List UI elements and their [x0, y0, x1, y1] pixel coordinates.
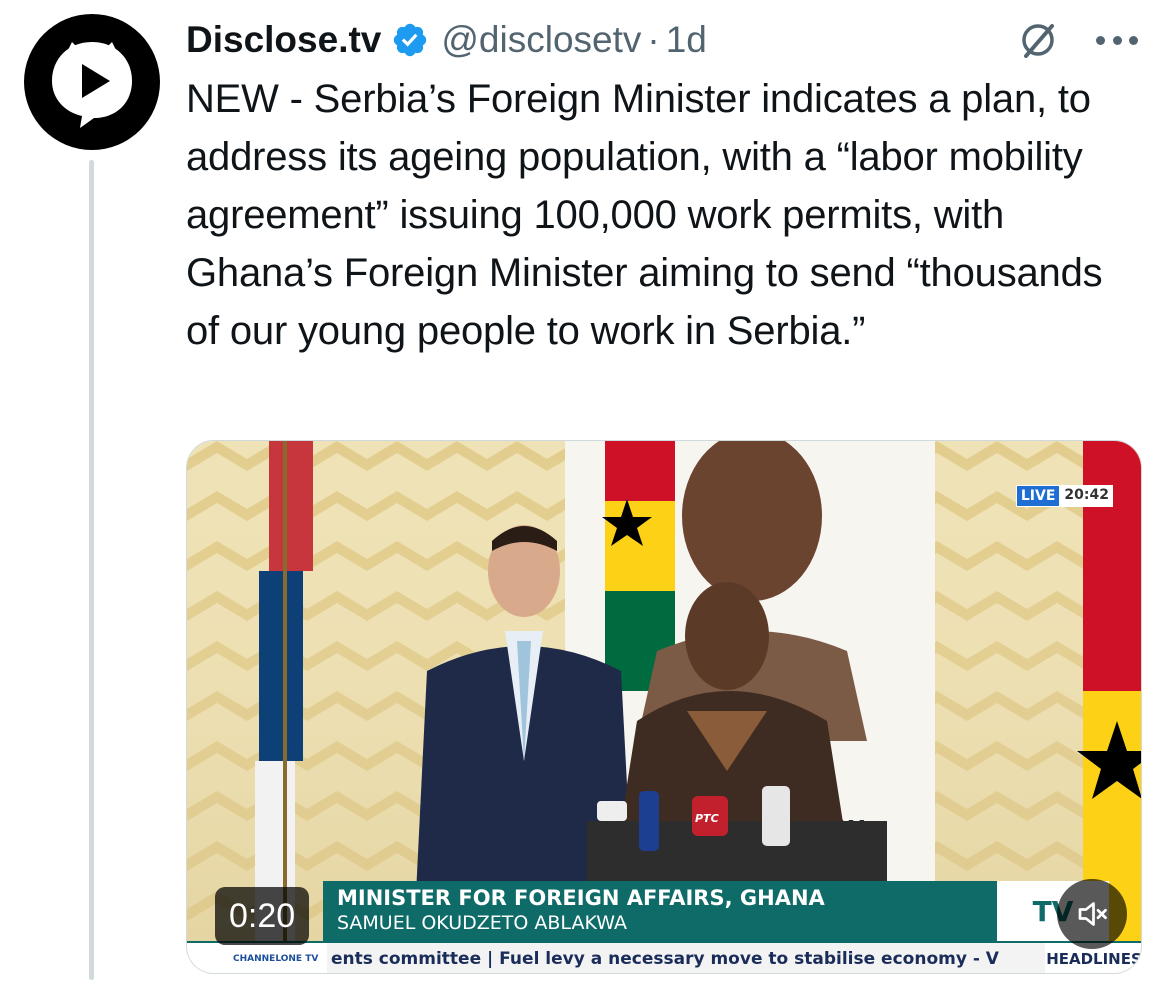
ticker-logo: CHANNELONE TV: [187, 943, 327, 973]
lower-third: MINISTER FOR FOREIGN AFFAIRS, GHANA SAMU…: [323, 881, 1035, 941]
grok-slash-icon[interactable]: [1016, 18, 1060, 62]
lower-third-name: SAMUEL OKUDZETO ABLAKWA: [337, 912, 627, 934]
play-speech-bubble-logo-icon: [52, 42, 132, 128]
timestamp[interactable]: 1d: [666, 19, 707, 61]
ellipsis-icon[interactable]: [1096, 20, 1138, 60]
tweet-header: Disclose.tv @disclosetv · 1d: [186, 12, 707, 68]
live-time: 20:42: [1060, 485, 1113, 507]
mute-button[interactable]: [1057, 879, 1127, 949]
thread-line: [89, 160, 94, 980]
separator-dot: ·: [647, 19, 660, 60]
lower-third-title: MINISTER FOR FOREIGN AFFAIRS, GHANA: [337, 886, 825, 910]
display-name[interactable]: Disclose.tv: [186, 19, 381, 61]
verified-badge-icon[interactable]: [391, 21, 429, 59]
speaker-muted-icon: [1078, 902, 1107, 926]
mic-label: PTC: [695, 812, 719, 825]
video-media[interactable]: MA ANA PTC LIVE 20:42 MINISTER FOR FOREI…: [186, 440, 1142, 974]
live-label: LIVE: [1015, 485, 1061, 507]
avatar[interactable]: [24, 14, 160, 150]
tweet-text: NEW - Serbia’s Foreign Minister indicate…: [186, 77, 1103, 353]
ticker-text: ents committee | Fuel levy a necessary m…: [331, 949, 999, 969]
video-duration: 0:20: [215, 887, 310, 945]
news-ticker: CHANNELONE TV ents committee | Fuel levy…: [187, 941, 1141, 973]
live-indicator: LIVE 20:42: [1015, 485, 1113, 507]
handle[interactable]: @disclosetv: [441, 19, 641, 61]
